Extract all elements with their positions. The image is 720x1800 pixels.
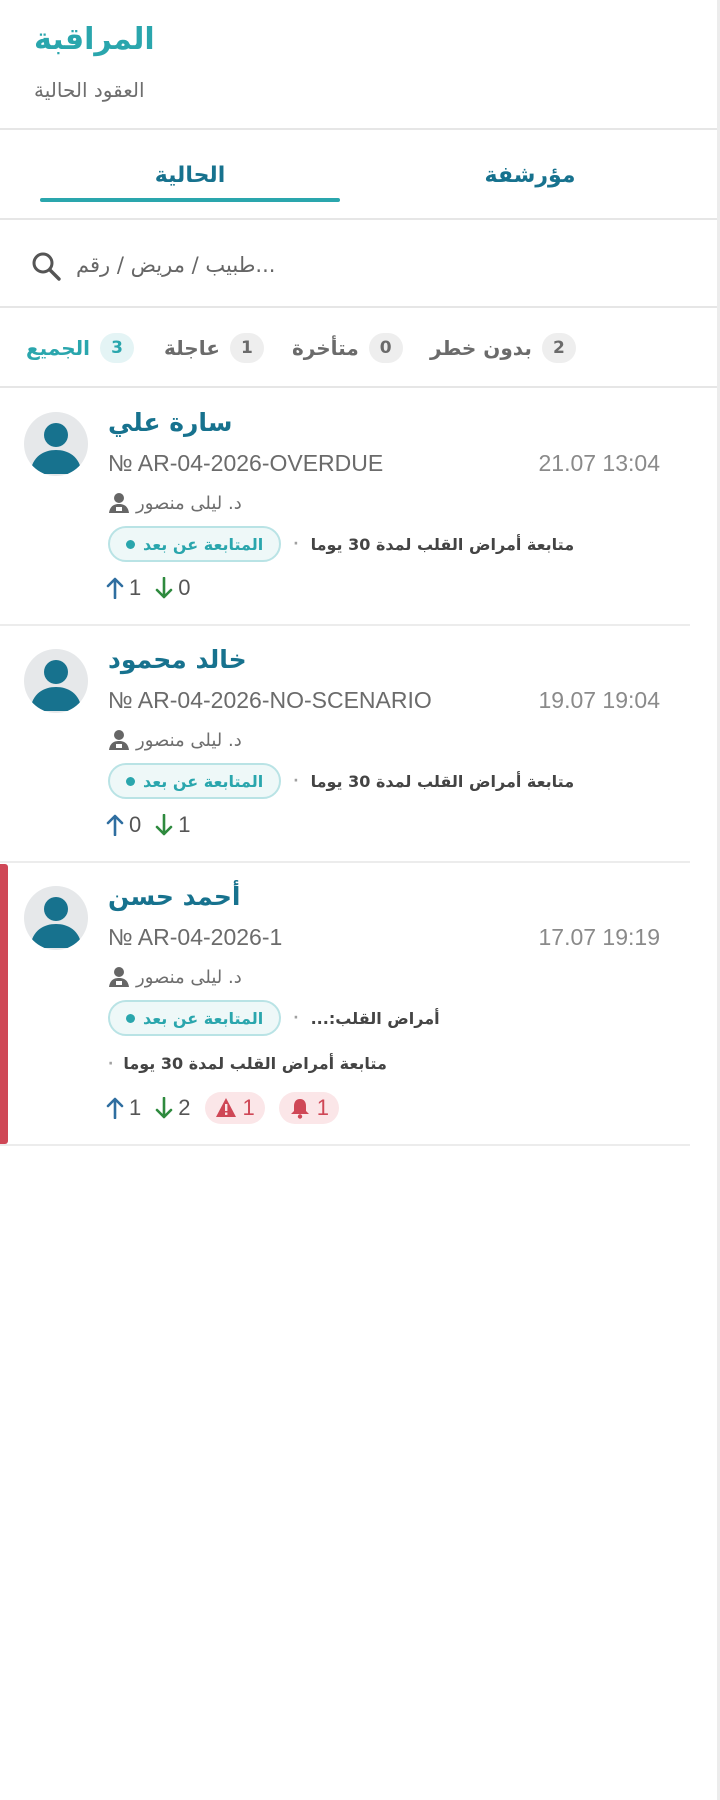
warning-count: 1: [242, 1095, 255, 1120]
doctor-icon: [109, 493, 129, 513]
stat-up: 1: [106, 575, 141, 601]
filter-urgent[interactable]: عاجلة 1: [164, 332, 264, 364]
stat-up: 1: [106, 1095, 141, 1121]
stat-up-count: 0: [129, 812, 142, 837]
contract-tags: المتابعة عن بعد · متابعة أمراض القلب لمد…: [108, 526, 574, 562]
search-input[interactable]: [76, 240, 676, 290]
program-line: · متابعة أمراض القلب لمدة 30 يوما: [108, 1054, 387, 1073]
program-name-full: متابعة أمراض القلب لمدة 30 يوما: [123, 1054, 387, 1073]
search-bar: [0, 222, 717, 308]
doctor-icon: [109, 730, 129, 750]
warning-pill: 1: [204, 1092, 265, 1124]
separator-dot: ·: [108, 1055, 114, 1072]
arrow-down-icon: [155, 814, 173, 836]
contract-number: № AR-04-2026-1: [108, 924, 283, 950]
avatar: [24, 412, 88, 476]
warning-icon: [215, 1098, 236, 1117]
patient-name: سارة علي: [108, 408, 233, 437]
doctor-icon: [109, 967, 129, 987]
status-dot-icon: [126, 776, 135, 786]
contract-tags: المتابعة عن بعد · ...:أمراض القلب: [108, 1000, 440, 1036]
status-label: المتابعة عن بعد: [143, 534, 264, 554]
arrow-up-icon: [106, 814, 124, 836]
contract-date: 21.07 13:04: [538, 450, 660, 476]
user-icon: [30, 660, 82, 711]
status-dot-icon: [126, 539, 135, 549]
filter-label: الجميع: [26, 336, 91, 360]
page-title: المراقبة: [34, 22, 155, 57]
doctor-line: د. ليلى منصور: [108, 964, 242, 990]
stat-down: 0: [155, 575, 191, 601]
filter-count: 2: [541, 333, 576, 363]
stat-down-count: 1: [178, 812, 191, 837]
search-icon[interactable]: [30, 250, 62, 282]
user-icon: [30, 423, 82, 474]
status-badge: المتابعة عن بعد: [108, 526, 282, 562]
user-icon: [30, 897, 82, 948]
stat-up-count: 1: [129, 1095, 142, 1120]
program-name: ...:أمراض القلب: [310, 1008, 440, 1028]
stat-down: 1: [155, 812, 191, 838]
arrow-up-icon: [106, 577, 124, 599]
program-name: متابعة أمراض القلب لمدة 30 يوما: [310, 771, 575, 791]
status-dot-icon: [126, 1013, 135, 1023]
separator-dot: ·: [293, 536, 299, 552]
stat-up: 0: [106, 812, 141, 838]
arrow-down-icon: [155, 577, 173, 599]
status-label: المتابعة عن بعد: [143, 771, 264, 791]
stat-up-count: 1: [129, 575, 142, 600]
doctor-line: د. ليلى منصور: [108, 490, 242, 516]
bell-icon: [290, 1099, 309, 1119]
contract-number: № AR-04-2026-OVERDUE: [108, 450, 384, 476]
separator-dot: ·: [293, 773, 299, 789]
measurement-stats: 0 1: [106, 809, 191, 841]
contract-card[interactable]: خالد محمود № AR-04-2026-NO-SCENARIO 19.0…: [0, 627, 690, 863]
filter-all[interactable]: الجميع 3: [26, 332, 135, 364]
app-header: المراقبة العقود الحالية: [0, 0, 717, 130]
doctor-name: د. ليلى منصور: [136, 729, 242, 751]
measurement-stats: 1 2 1 1: [106, 1092, 339, 1124]
doctor-name: د. ليلى منصور: [136, 492, 242, 514]
alarm-pill: 1: [278, 1092, 339, 1124]
arrow-up-icon: [106, 1097, 124, 1119]
stat-down-count: 2: [178, 1095, 191, 1120]
page-subtitle: العقود الحالية: [34, 78, 145, 102]
avatar: [24, 649, 88, 713]
contract-tabs: الحالية مؤرشفة: [0, 132, 717, 220]
tab-current[interactable]: الحالية: [40, 132, 340, 218]
contract-card[interactable]: سارة علي № AR-04-2026-OVERDUE 21.07 13:0…: [0, 390, 690, 626]
filter-label: بدون خطر: [430, 336, 532, 360]
status-label: المتابعة عن بعد: [143, 1008, 264, 1028]
contract-date: 19.07 19:04: [538, 687, 660, 713]
arrow-down-icon: [155, 1097, 173, 1119]
program-name: متابعة أمراض القلب لمدة 30 يوما: [310, 534, 575, 554]
filter-label: عاجلة: [164, 336, 220, 360]
patient-name: خالد محمود: [108, 645, 247, 674]
filter-count: 3: [100, 333, 135, 363]
filter-count: 1: [229, 333, 264, 363]
doctor-line: د. ليلى منصور: [108, 727, 242, 753]
stat-down-count: 0: [178, 575, 191, 600]
tab-archived[interactable]: مؤرشفة: [380, 132, 680, 218]
filter-no-risk[interactable]: بدون خطر 2: [430, 332, 576, 364]
separator-dot: ·: [293, 1010, 299, 1026]
doctor-name: د. ليلى منصور: [136, 966, 242, 988]
contract-card-urgent[interactable]: أحمد حسن № AR-04-2026-1 17.07 19:19 د. ل…: [0, 864, 690, 1146]
filter-bar: الجميع 3 عاجلة 1 متأخرة 0 بدون خطر 2: [0, 310, 717, 388]
filter-late[interactable]: متأخرة 0: [292, 332, 403, 364]
alarm-count: 1: [316, 1095, 329, 1120]
filter-count: 0: [368, 333, 403, 363]
avatar: [24, 886, 88, 950]
measurement-stats: 1 0: [106, 572, 191, 604]
contract-date: 17.07 19:19: [538, 924, 660, 950]
monitoring-screen: المراقبة العقود الحالية الحالية مؤرشفة ا…: [0, 0, 720, 1800]
status-badge: المتابعة عن بعد: [108, 763, 282, 799]
patient-name: أحمد حسن: [108, 882, 241, 911]
stat-down: 2: [155, 1095, 191, 1121]
status-badge: المتابعة عن بعد: [108, 1000, 282, 1036]
contract-tags: المتابعة عن بعد · متابعة أمراض القلب لمد…: [108, 763, 574, 799]
contract-number: № AR-04-2026-NO-SCENARIO: [108, 687, 432, 713]
filter-label: متأخرة: [292, 336, 359, 360]
